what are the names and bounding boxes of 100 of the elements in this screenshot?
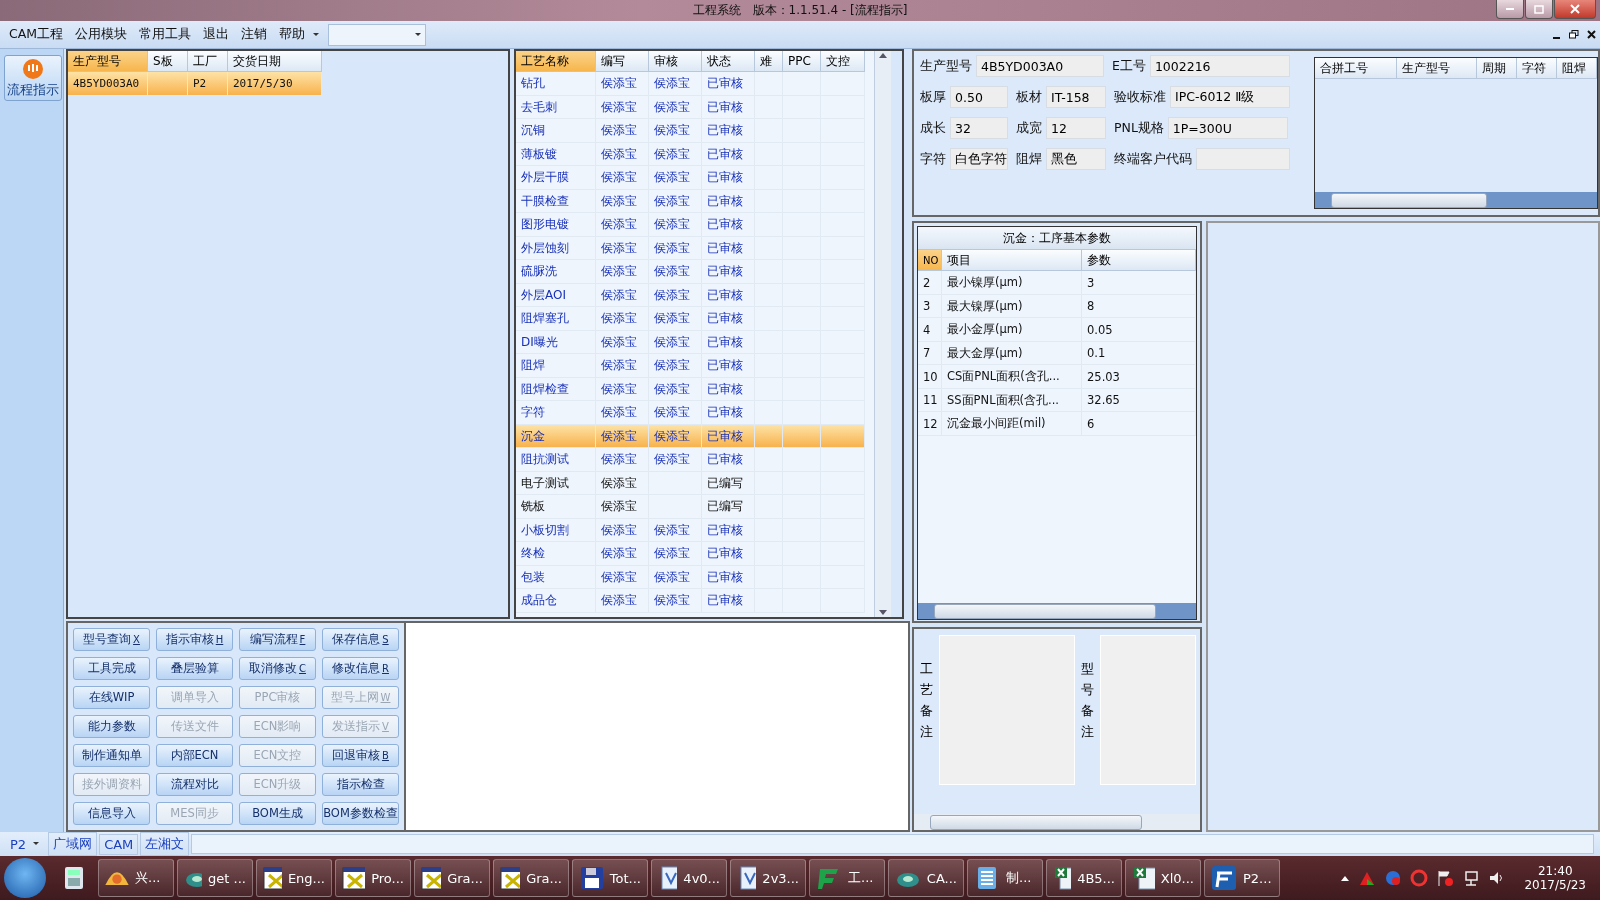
table-cell[interactable]: 侯添宝 <box>596 401 649 425</box>
taskbar-button[interactable]: Pro... <box>335 859 411 898</box>
restore-icon[interactable] <box>1569 30 1579 40</box>
column-header[interactable]: 阻焊 <box>1557 58 1597 80</box>
table-cell[interactable] <box>821 425 865 449</box>
table-cell[interactable]: 包装 <box>516 566 596 590</box>
table-cell[interactable]: 已审核 <box>702 378 755 402</box>
table-cell[interactable]: 干膜检查 <box>516 190 596 214</box>
table-cell[interactable]: 侯添宝 <box>596 260 649 284</box>
taskbar-button[interactable]: 兴... <box>98 859 174 898</box>
input-field[interactable]: 0.50 <box>950 86 1008 109</box>
menu-item[interactable]: 公用模块 <box>70 24 133 46</box>
table-cell[interactable]: 已审核 <box>702 425 755 449</box>
clock[interactable]: 21:40 2017/5/23 <box>1514 864 1596 893</box>
table-cell[interactable]: 侯添宝 <box>596 472 649 496</box>
taskbar-button[interactable]: 4v0... <box>651 859 727 898</box>
table-cell[interactable]: 侯添宝 <box>649 190 702 214</box>
horizontal-scrollbar[interactable] <box>1315 192 1597 209</box>
table-cell[interactable]: 已审核 <box>702 213 755 237</box>
action-button[interactable]: 保存信息 S <box>322 628 399 652</box>
action-button[interactable]: 叠层验算 <box>156 657 233 681</box>
table-cell[interactable]: 已编写 <box>702 472 755 496</box>
menu-item[interactable]: 常用工具 <box>134 24 197 46</box>
vertical-scrollbar[interactable] <box>874 51 891 618</box>
table-cell[interactable]: 侯添宝 <box>649 307 702 331</box>
caret-icon[interactable] <box>312 31 321 38</box>
input-field[interactable]: 32 <box>950 117 1008 140</box>
table-cell[interactable]: 2017/5/30 <box>228 72 322 96</box>
table-cell[interactable]: 阻焊塞孔 <box>516 307 596 331</box>
table-cell[interactable]: 阻焊 <box>516 354 596 378</box>
taskbar-button[interactable]: get ... <box>177 859 253 898</box>
table-cell[interactable] <box>755 401 783 425</box>
table-cell[interactable]: 字符 <box>516 401 596 425</box>
action-button[interactable]: 在线WIP <box>73 686 150 710</box>
table-cell[interactable]: 侯添宝 <box>649 589 702 613</box>
action-button[interactable]: 型号查询 X <box>73 628 150 652</box>
taskbar-button[interactable]: Gra... <box>493 859 569 898</box>
table-cell[interactable]: 钻孔 <box>516 72 596 96</box>
table-cell[interactable]: 已审核 <box>702 401 755 425</box>
table-cell[interactable]: 已审核 <box>702 96 755 120</box>
column-header[interactable]: 工厂 <box>188 51 228 73</box>
action-button[interactable]: 流程对比 <box>156 773 233 797</box>
action-button[interactable]: 制作通知单 <box>73 744 150 768</box>
column-header[interactable]: 合拼工号 <box>1315 58 1397 80</box>
action-button[interactable]: 工具完成 <box>73 657 150 681</box>
table-cell[interactable]: 4B5YD003A0 <box>68 72 148 96</box>
close-icon[interactable] <box>1587 30 1596 40</box>
table-cell[interactable]: 侯添宝 <box>596 448 649 472</box>
column-header[interactable]: 项目 <box>942 250 1082 272</box>
table-cell[interactable]: 侯添宝 <box>649 237 702 261</box>
remark-field[interactable] <box>1100 635 1196 786</box>
taskbar-button[interactable]: 制... <box>967 859 1043 898</box>
table-cell[interactable]: 侯添宝 <box>649 284 702 308</box>
table-cell[interactable] <box>783 448 821 472</box>
table-cell[interactable]: 终检 <box>516 542 596 566</box>
table-cell[interactable]: 外层蚀刻 <box>516 237 596 261</box>
table-cell[interactable]: 外层AOI <box>516 284 596 308</box>
table-cell[interactable]: 已审核 <box>702 589 755 613</box>
column-header[interactable]: 生产型号 <box>1397 58 1477 80</box>
table-cell[interactable]: 侯添宝 <box>649 260 702 284</box>
menu-item[interactable]: 退出 <box>198 24 235 46</box>
table-cell[interactable]: 侯添宝 <box>596 378 649 402</box>
input-field[interactable]: 1P=300U <box>1167 117 1288 140</box>
menu-item[interactable]: 注销 <box>236 24 273 46</box>
table-cell[interactable]: 已审核 <box>702 260 755 284</box>
column-header[interactable]: 编写 <box>596 51 649 73</box>
menu-item[interactable]: 帮助 <box>274 24 311 46</box>
table-cell[interactable]: 侯添宝 <box>596 284 649 308</box>
table-cell[interactable]: 侯添宝 <box>596 519 649 543</box>
table-cell[interactable] <box>783 72 821 96</box>
table-cell[interactable]: 沉金 <box>516 425 596 449</box>
table-cell[interactable]: 侯添宝 <box>649 72 702 96</box>
flow-button[interactable]: 流程指示 <box>4 55 62 102</box>
action-button[interactable]: 指示审核 H <box>156 628 233 652</box>
input-field[interactable]: 白色字符 <box>950 148 1008 171</box>
action-button[interactable]: 取消修改 C <box>239 657 316 681</box>
table-cell[interactable]: 侯添宝 <box>596 331 649 355</box>
table-cell[interactable]: 电子测试 <box>516 472 596 496</box>
table-cell[interactable]: 已审核 <box>702 448 755 472</box>
column-header[interactable]: 周期 <box>1477 58 1517 80</box>
dropdown-field[interactable] <box>328 23 427 46</box>
column-header[interactable]: 交货日期 <box>228 51 322 73</box>
menu-item[interactable]: CAM工程 <box>4 24 69 46</box>
column-header[interactable]: NO <box>918 250 942 272</box>
table-cell[interactable]: 侯添宝 <box>596 143 649 167</box>
horizontal-scrollbar[interactable] <box>914 814 1200 831</box>
minimize-button[interactable] <box>1496 0 1524 19</box>
table-cell[interactable] <box>821 401 865 425</box>
table-cell[interactable]: 侯添宝 <box>596 589 649 613</box>
column-header[interactable]: PPC <box>783 51 821 73</box>
action-button[interactable]: 编写流程 F <box>239 628 316 652</box>
table-cell[interactable]: 侯添宝 <box>596 542 649 566</box>
taskbar-button[interactable]: Gra... <box>414 859 490 898</box>
table-cell[interactable]: 侯添宝 <box>649 166 702 190</box>
maximize-button[interactable] <box>1525 0 1553 19</box>
horizontal-scrollbar[interactable] <box>918 603 1196 620</box>
action-button[interactable]: 内部ECN <box>156 744 233 768</box>
action-button[interactable]: 修改信息 R <box>322 657 399 681</box>
factory-selector[interactable]: P2 <box>6 835 31 854</box>
table-cell[interactable]: 侯添宝 <box>596 96 649 120</box>
